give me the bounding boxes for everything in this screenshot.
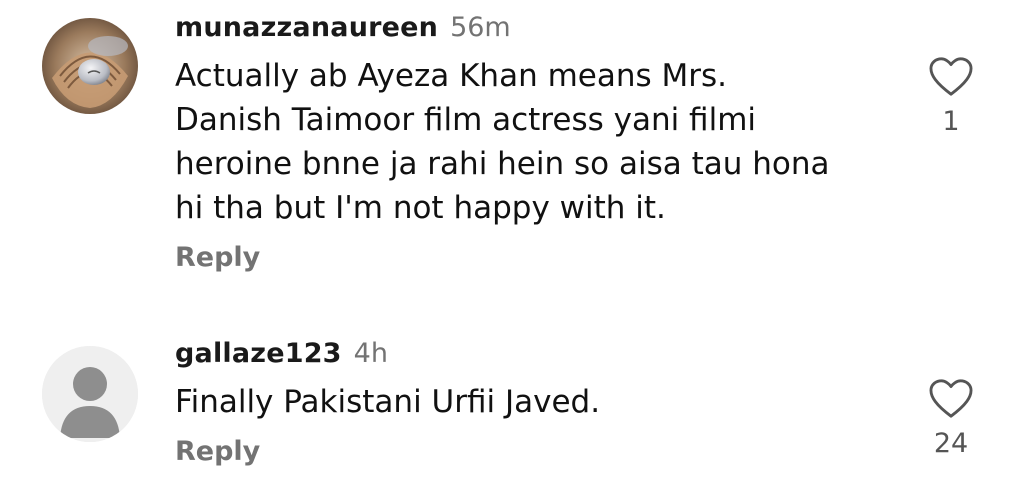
like-section: 1 (922, 56, 980, 137)
default-user-icon (42, 346, 138, 442)
comment-text: Finally Pakistani Urfii Javed. (175, 384, 601, 420)
heart-outline-icon[interactable] (928, 56, 974, 98)
like-count: 1 (942, 106, 960, 137)
like-count: 24 (933, 428, 969, 459)
like-section: 24 (922, 378, 980, 459)
comment-text: Actually ab Ayeza Khan means Mrs. Danish… (175, 58, 830, 226)
comment-timestamp: 4h (353, 338, 388, 369)
comment-timestamp: 56m (450, 12, 511, 43)
comment-username[interactable]: munazzanaureen (175, 12, 438, 43)
avatar[interactable] (42, 18, 138, 114)
reply-button[interactable]: Reply (175, 242, 895, 273)
seashell-avatar-image (42, 18, 138, 114)
comment-username[interactable]: gallaze123 (175, 338, 342, 369)
avatar[interactable] (42, 346, 138, 442)
reply-button[interactable]: Reply (175, 436, 895, 467)
heart-outline-icon[interactable] (928, 378, 974, 420)
